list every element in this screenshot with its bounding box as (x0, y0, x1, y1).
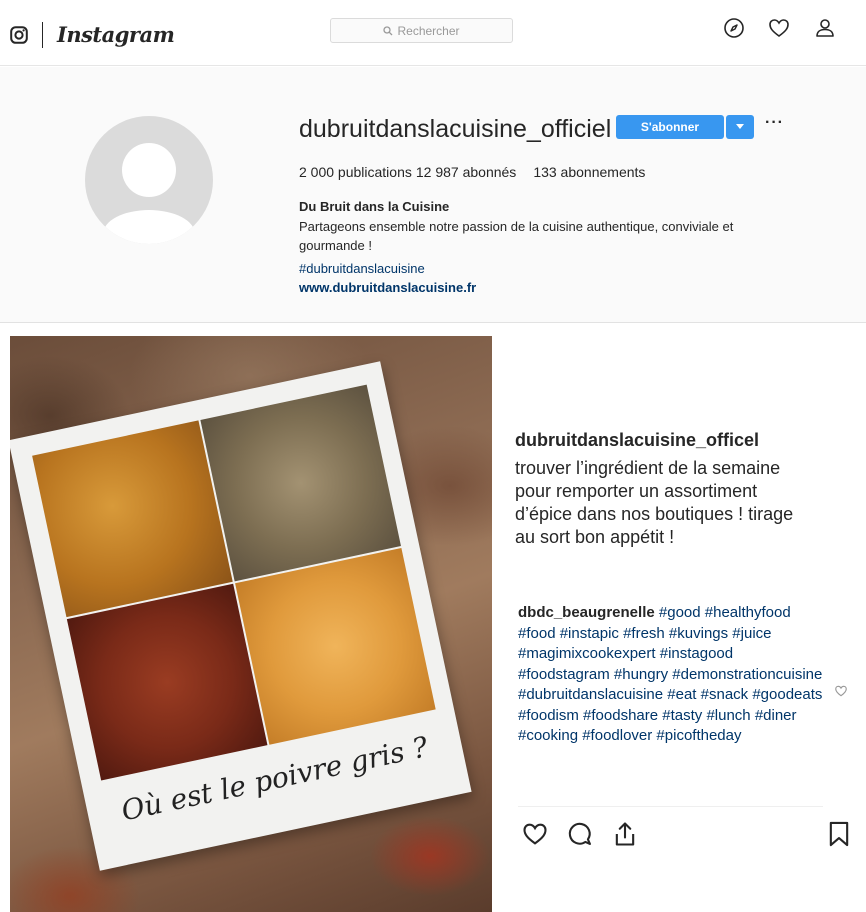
bio-website-link[interactable]: www.dubruitdanslacuisine.fr (299, 280, 476, 295)
actions-divider (518, 806, 823, 807)
publications-count: 2 000 publications (299, 164, 412, 180)
share-icon[interactable] (611, 820, 639, 848)
chevron-down-icon (736, 124, 744, 129)
polaroid-frame: Où est le poivre gris ? (10, 361, 472, 871)
profile-stats: 2 000 publications 12 987 abonnés 133 ab… (299, 164, 645, 180)
post-caption: trouver l’ingrédient de la semaine pour … (515, 458, 794, 547)
instagram-glyph-icon[interactable] (10, 26, 28, 44)
post-author[interactable]: dubruitdanslacuisine_officel (515, 430, 759, 451)
spice-photo-turmeric (32, 420, 233, 618)
profile-icon[interactable] (813, 16, 837, 40)
comment-like-icon[interactable] (834, 684, 848, 698)
comment-icon[interactable] (566, 820, 594, 848)
avatar[interactable] (85, 116, 213, 244)
search-icon (383, 25, 393, 35)
follow-button[interactable]: S'abonner (616, 115, 724, 139)
spice-photo-red-pepper (66, 583, 268, 781)
search-input[interactable]: Rechercher (330, 18, 513, 43)
bookmark-icon[interactable] (825, 820, 853, 848)
suggestions-dropdown-button[interactable] (726, 115, 754, 139)
profile-header: dubruitdanslacuisine_officiel S'abonner … (0, 67, 866, 323)
default-avatar-icon (103, 143, 195, 244)
spice-photo-grey-pepper (200, 384, 401, 582)
more-options-button[interactable]: ··· (765, 114, 784, 132)
bio-text: Partageons ensemble notre passion de la … (299, 219, 734, 253)
comment: dbdc_beaugrenelle #good #healthyfood #fo… (518, 603, 823, 747)
followers-count[interactable]: 12 987 abonnés (416, 164, 516, 180)
search-placeholder: Rechercher (397, 23, 460, 38)
heart-icon[interactable] (767, 16, 791, 40)
compass-icon[interactable] (722, 16, 746, 40)
spice-photo-ginger (235, 547, 436, 745)
bio-name: Du Bruit dans la Cuisine (299, 199, 450, 214)
comment-username[interactable]: dbdc_beaugrenelle (518, 604, 655, 621)
following-count[interactable]: 133 abonnements (533, 164, 645, 180)
profile-username: dubruitdanslacuisine_officiel (299, 115, 612, 143)
top-nav: Instagram Rechercher (0, 0, 866, 66)
comment-hashtags[interactable]: #good #healthyfood #food #instapic #fres… (518, 604, 822, 744)
instagram-wordmark[interactable]: Instagram (57, 22, 175, 47)
bio-hashtag[interactable]: #dubruitdanslacuisine (299, 261, 425, 276)
post-image[interactable]: Où est le poivre gris ? (10, 336, 492, 912)
like-icon[interactable] (521, 820, 549, 848)
nav-separator (42, 22, 43, 48)
